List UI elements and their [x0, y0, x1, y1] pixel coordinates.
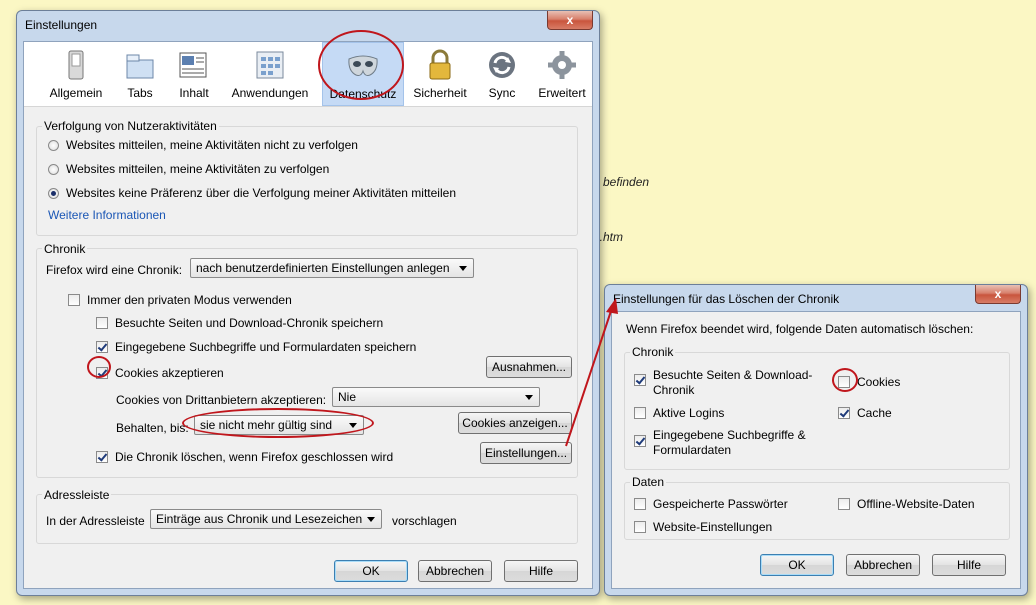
clear-client: Wenn Firefox beendet wird, folgende Date… — [611, 311, 1021, 589]
radio-track[interactable] — [48, 163, 59, 175]
third-party-label: Cookies von Drittanbietern akzeptieren: — [116, 393, 327, 407]
suggest-label: vorschlagen — [392, 514, 457, 528]
clear-passwords-checkbox[interactable]: Gespeicherte Passwörter — [634, 497, 788, 511]
close-button[interactable]: x — [547, 11, 593, 30]
tracking-group-title: Verfolgung von Nutzeraktivitäten — [42, 119, 219, 133]
tab-content[interactable]: Inhalt — [174, 42, 214, 106]
clear-form-box[interactable] — [634, 435, 646, 447]
clear-data-group-title: Daten — [630, 475, 667, 489]
chevron-down-icon — [525, 395, 533, 400]
close-icon: x — [566, 13, 574, 27]
radio-no-preference[interactable] — [48, 187, 59, 199]
visited-box[interactable] — [96, 317, 108, 329]
window-title: Einstellungen — [25, 18, 98, 32]
settings-window: Einstellungen x Allgemein Tabs Inhalt An… — [16, 10, 600, 596]
tab-security[interactable]: Sicherheit — [410, 42, 470, 106]
history-group-title: Chronik — [42, 242, 88, 256]
address-bar-label: In der Adressleiste — [46, 514, 145, 528]
clear-offline-checkbox[interactable]: Offline-Website-Daten — [838, 497, 975, 511]
keep-until-label: Behalten, bis: — [116, 421, 189, 435]
tab-tabs[interactable]: Tabs — [120, 42, 160, 106]
close-icon: x — [994, 287, 1002, 301]
visited-checkbox[interactable]: Besuchte Seiten und Download-Chronik spe… — [96, 316, 383, 330]
clear-passwords-box[interactable] — [634, 498, 646, 510]
radio-no-track[interactable] — [48, 139, 59, 151]
clear-help-button[interactable]: Hilfe — [932, 554, 1006, 576]
clear-site-settings-box[interactable] — [634, 521, 646, 533]
accept-cookies-checkbox[interactable]: Cookies akzeptieren — [96, 366, 224, 380]
clear-form-checkbox[interactable]: Eingegebene Suchbegriffe & Formulardaten — [634, 428, 806, 458]
clear-visited-box[interactable] — [634, 374, 646, 386]
clear-settings-button[interactable]: Einstellungen... — [480, 442, 572, 464]
tab-advanced[interactable]: Erweitert — [534, 42, 590, 106]
form-data-box[interactable] — [96, 341, 108, 353]
content-icon — [177, 48, 211, 82]
annotation-ellipse-cookies-checkbox — [87, 356, 111, 378]
tracking-option-no-preference[interactable]: Websites keine Präferenz über die Verfol… — [48, 186, 456, 200]
clear-history-window: Einstellungen für das Löschen der Chroni… — [604, 284, 1028, 596]
chevron-down-icon — [367, 517, 375, 522]
settings-client: Allgemein Tabs Inhalt Anwendungen Datens… — [23, 41, 593, 589]
clear-cache-checkbox[interactable]: Cache — [838, 406, 892, 420]
clear-ok-button[interactable]: OK — [760, 554, 834, 576]
history-mode-select[interactable]: nach benutzerdefinierten Einstellungen a… — [190, 258, 474, 278]
tracking-option-no-track[interactable]: Websites mitteilen, meine Aktivitäten ni… — [48, 138, 358, 152]
background-text-1: n befinden — [593, 175, 650, 189]
tab-applications[interactable]: Anwendungen — [228, 42, 312, 106]
annotation-ellipse-privacy-tab — [318, 30, 404, 100]
tabs-icon — [123, 48, 157, 82]
clear-history-group-title: Chronik — [630, 345, 676, 359]
lock-icon — [423, 48, 457, 82]
ok-button[interactable]: OK — [334, 560, 408, 582]
clear-active-logins-checkbox[interactable]: Aktive Logins — [634, 406, 724, 420]
clear-window-title: Einstellungen für das Löschen der Chroni… — [613, 292, 840, 306]
history-mode-label: Firefox wird eine Chronik: — [46, 263, 183, 277]
switch-icon — [59, 48, 93, 82]
clear-site-settings-checkbox[interactable]: Website-Einstellungen — [634, 520, 772, 534]
third-party-select[interactable]: Nie — [332, 387, 540, 407]
private-mode-box[interactable] — [68, 294, 80, 306]
clear-cache-box[interactable] — [838, 407, 850, 419]
annotation-ellipse-keep-until — [182, 408, 374, 438]
annotation-ellipse-clear-cookies — [832, 368, 858, 392]
cancel-button[interactable]: Abbrechen — [418, 560, 492, 582]
more-info-link[interactable]: Weitere Informationen — [48, 208, 166, 222]
clear-cancel-button[interactable]: Abbrechen — [846, 554, 920, 576]
chevron-down-icon — [459, 266, 467, 271]
tab-general[interactable]: Allgemein — [44, 42, 108, 106]
clear-on-close-box[interactable] — [96, 451, 108, 463]
gear-icon — [545, 48, 579, 82]
tracking-option-track[interactable]: Websites mitteilen, meine Aktivitäten zu… — [48, 162, 329, 176]
exceptions-button[interactable]: Ausnahmen... — [486, 356, 572, 378]
help-button[interactable]: Hilfe — [504, 560, 578, 582]
clear-offline-box[interactable] — [838, 498, 850, 510]
show-cookies-button[interactable]: Cookies anzeigen... — [458, 412, 572, 434]
clear-intro: Wenn Firefox beendet wird, folgende Date… — [626, 322, 974, 336]
sync-icon — [485, 48, 519, 82]
address-bar-group-title: Adressleiste — [42, 488, 112, 502]
applications-icon — [253, 48, 287, 82]
clear-visited-checkbox[interactable]: Besuchte Seiten & Download- Chronik — [634, 368, 812, 398]
clear-active-logins-box[interactable] — [634, 407, 646, 419]
private-mode-checkbox[interactable]: Immer den privaten Modus verwenden — [68, 293, 292, 307]
settings-toolbar: Allgemein Tabs Inhalt Anwendungen Datens… — [24, 42, 592, 107]
clear-on-close-checkbox[interactable]: Die Chronik löschen, wenn Firefox geschl… — [96, 450, 393, 464]
address-bar-select[interactable]: Einträge aus Chronik und Lesezeichen — [150, 509, 382, 529]
tab-sync[interactable]: Sync — [482, 42, 522, 106]
clear-close-button[interactable]: x — [975, 285, 1021, 304]
form-data-checkbox[interactable]: Eingegebene Suchbegriffe und Formulardat… — [96, 340, 416, 354]
